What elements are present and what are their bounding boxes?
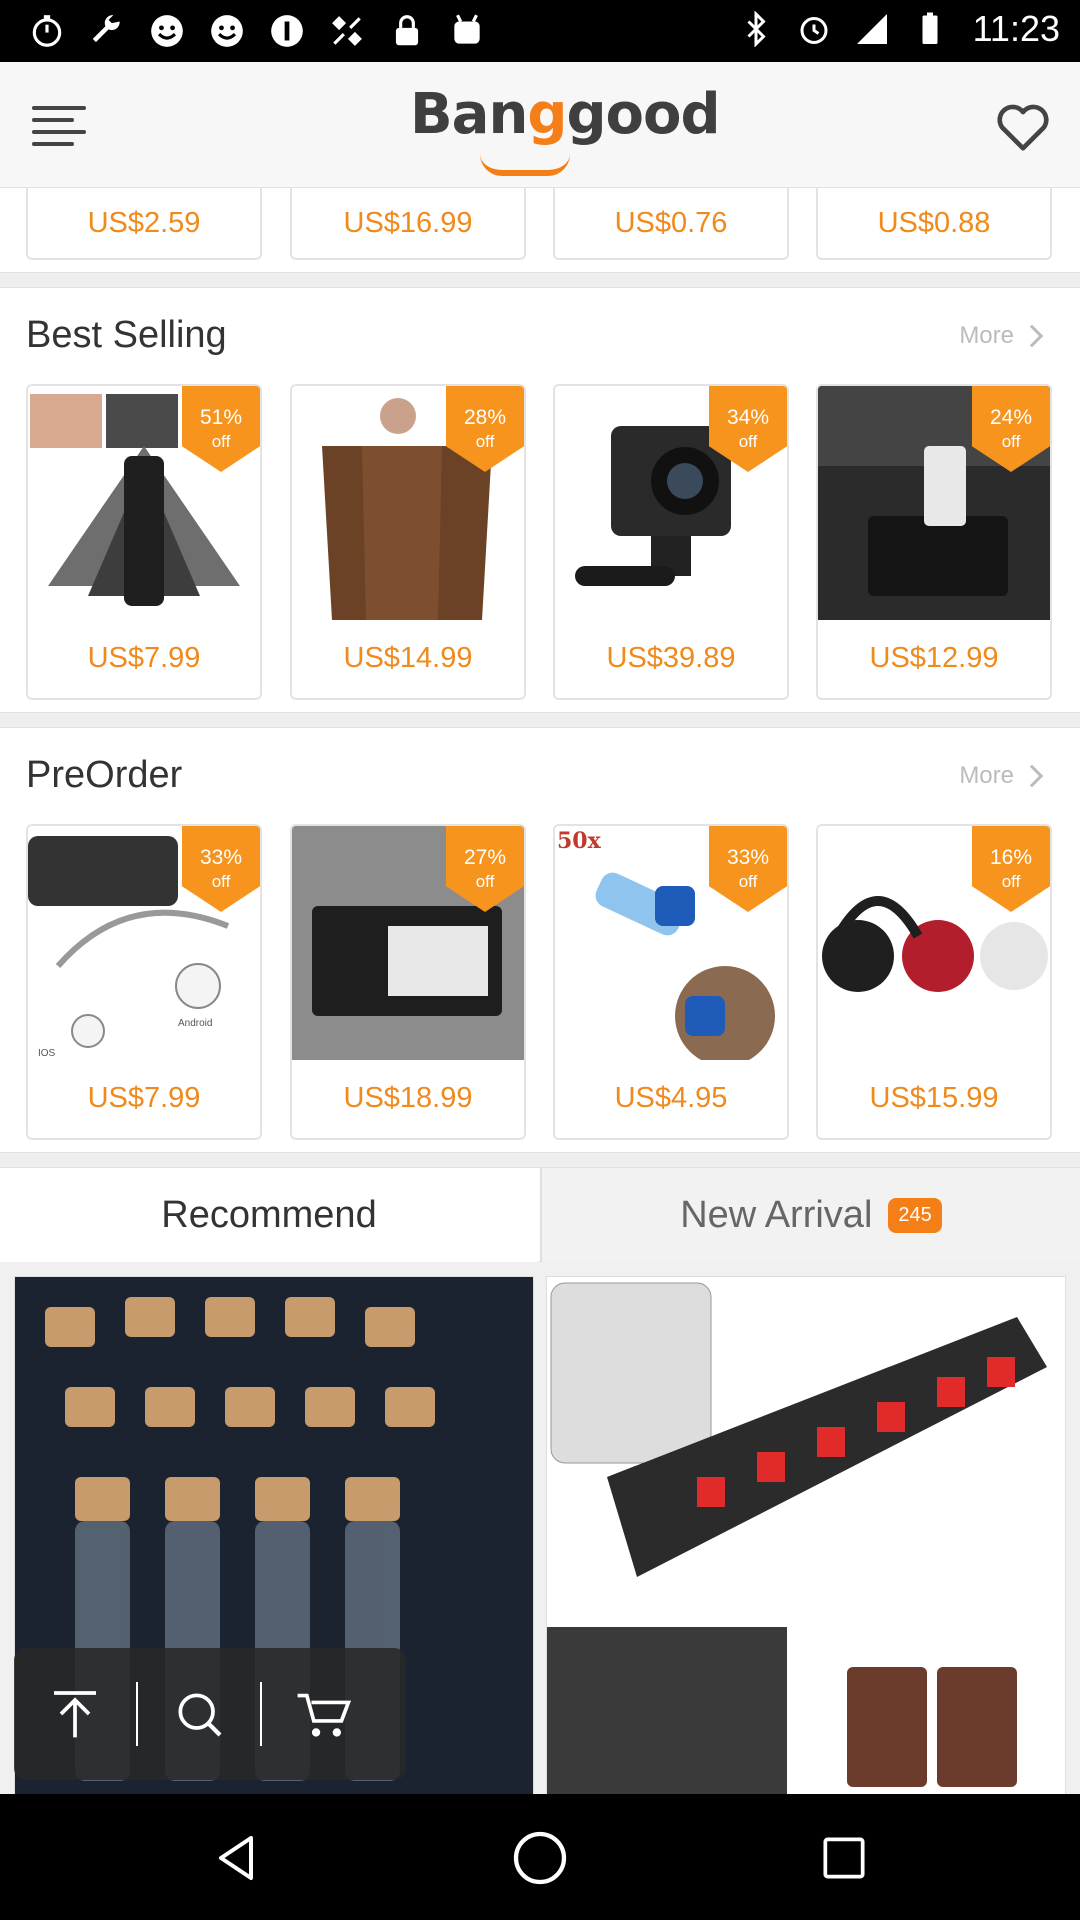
product-price: US$7.99	[87, 641, 201, 674]
top-price-row: US$2.59 US$16.99 US$0.76 US$0.88	[0, 188, 1080, 272]
top-price-card[interactable]: US$16.99	[290, 188, 526, 260]
feed-tabs: Recommend New Arrival 245	[0, 1168, 1080, 1262]
battery-icon	[909, 8, 951, 50]
section-divider	[0, 712, 1080, 728]
product-price: US$12.99	[869, 641, 999, 674]
android-icon	[446, 10, 488, 52]
product-card[interactable]: 34% off US$39.89	[553, 384, 789, 700]
status-time: 11:23	[972, 8, 1060, 49]
product-card[interactable]: 50x 33% off US$4.95	[553, 824, 789, 1140]
best-selling-title: Best Selling	[26, 314, 227, 356]
info-icon	[266, 10, 308, 52]
preorder-more-link[interactable]: More	[959, 762, 1044, 790]
no-gps-icon	[326, 10, 368, 52]
back-icon[interactable]	[198, 1820, 274, 1896]
count-label: 50x	[557, 828, 602, 854]
logo-prefix: Ban	[410, 82, 528, 147]
bluetooth-icon	[735, 8, 777, 50]
speaker-terminal-board-image[interactable]	[546, 1276, 1066, 1794]
floating-toolbar	[14, 1648, 406, 1780]
product-price: US$15.99	[869, 1081, 999, 1114]
section-divider	[0, 1152, 1080, 1168]
tab-recommend[interactable]: Recommend	[0, 1168, 538, 1262]
cart-icon[interactable]	[262, 1648, 384, 1780]
smiley-icon	[206, 10, 248, 52]
navigation-bar	[0, 1794, 1080, 1920]
alarm-icon	[793, 8, 835, 50]
scroll-to-top-icon[interactable]	[14, 1648, 136, 1780]
product-price: US$4.95	[614, 1081, 728, 1114]
search-icon[interactable]	[138, 1648, 260, 1780]
chevron-right-icon	[1020, 764, 1044, 788]
new-arrival-count-badge: 245	[888, 1197, 942, 1233]
menu-button[interactable]	[28, 96, 92, 156]
product-card[interactable]: 51% off US$7.99	[26, 384, 262, 700]
status-bar: 11:23	[0, 0, 1080, 62]
top-price-card[interactable]: US$0.88	[816, 188, 1052, 260]
signal-icon	[851, 8, 893, 50]
product-card[interactable]: IOS Android 33% off US$7.99	[26, 824, 262, 1140]
recents-icon[interactable]	[806, 1820, 882, 1896]
product-card[interactable]: 16% off US$15.99	[816, 824, 1052, 1140]
product-card[interactable]: 27% off US$18.99	[290, 824, 526, 1140]
tab-new-arrival[interactable]: New Arrival 245	[540, 1168, 1080, 1262]
product-card[interactable]: 28% off US$14.99	[290, 384, 526, 700]
stopwatch-icon	[26, 10, 68, 52]
lock-icon	[386, 10, 428, 52]
chevron-right-icon	[1020, 324, 1044, 348]
product-price: US$7.99	[87, 1081, 201, 1114]
product-price: US$18.99	[343, 1081, 473, 1114]
logo-swoosh	[480, 154, 570, 176]
product-price: US$39.89	[606, 641, 736, 674]
preorder-title: PreOrder	[26, 754, 183, 796]
top-price-card[interactable]: US$2.59	[26, 188, 262, 260]
wrench-icon	[86, 10, 128, 52]
android-label: Android	[178, 1018, 212, 1029]
tab-new-arrival-label: New Arrival	[680, 1193, 873, 1236]
home-icon[interactable]	[502, 1820, 578, 1896]
wishlist-heart-icon[interactable]	[992, 94, 1054, 156]
section-divider	[0, 272, 1080, 288]
logo-suffix: good	[566, 82, 720, 147]
product-card[interactable]: 24% off US$12.99	[816, 384, 1052, 700]
logo-g: g	[527, 82, 567, 147]
best-selling-more-link[interactable]: More	[959, 322, 1044, 350]
banggood-logo[interactable]: Banggood	[410, 82, 721, 147]
smiley-icon	[146, 10, 188, 52]
more-label: More	[959, 762, 1014, 789]
top-price-card[interactable]: US$0.76	[553, 188, 789, 260]
product-price: US$14.99	[343, 641, 473, 674]
more-label: More	[959, 322, 1014, 349]
tab-recommend-label: Recommend	[161, 1193, 377, 1236]
app-header: Banggood	[0, 62, 1080, 188]
